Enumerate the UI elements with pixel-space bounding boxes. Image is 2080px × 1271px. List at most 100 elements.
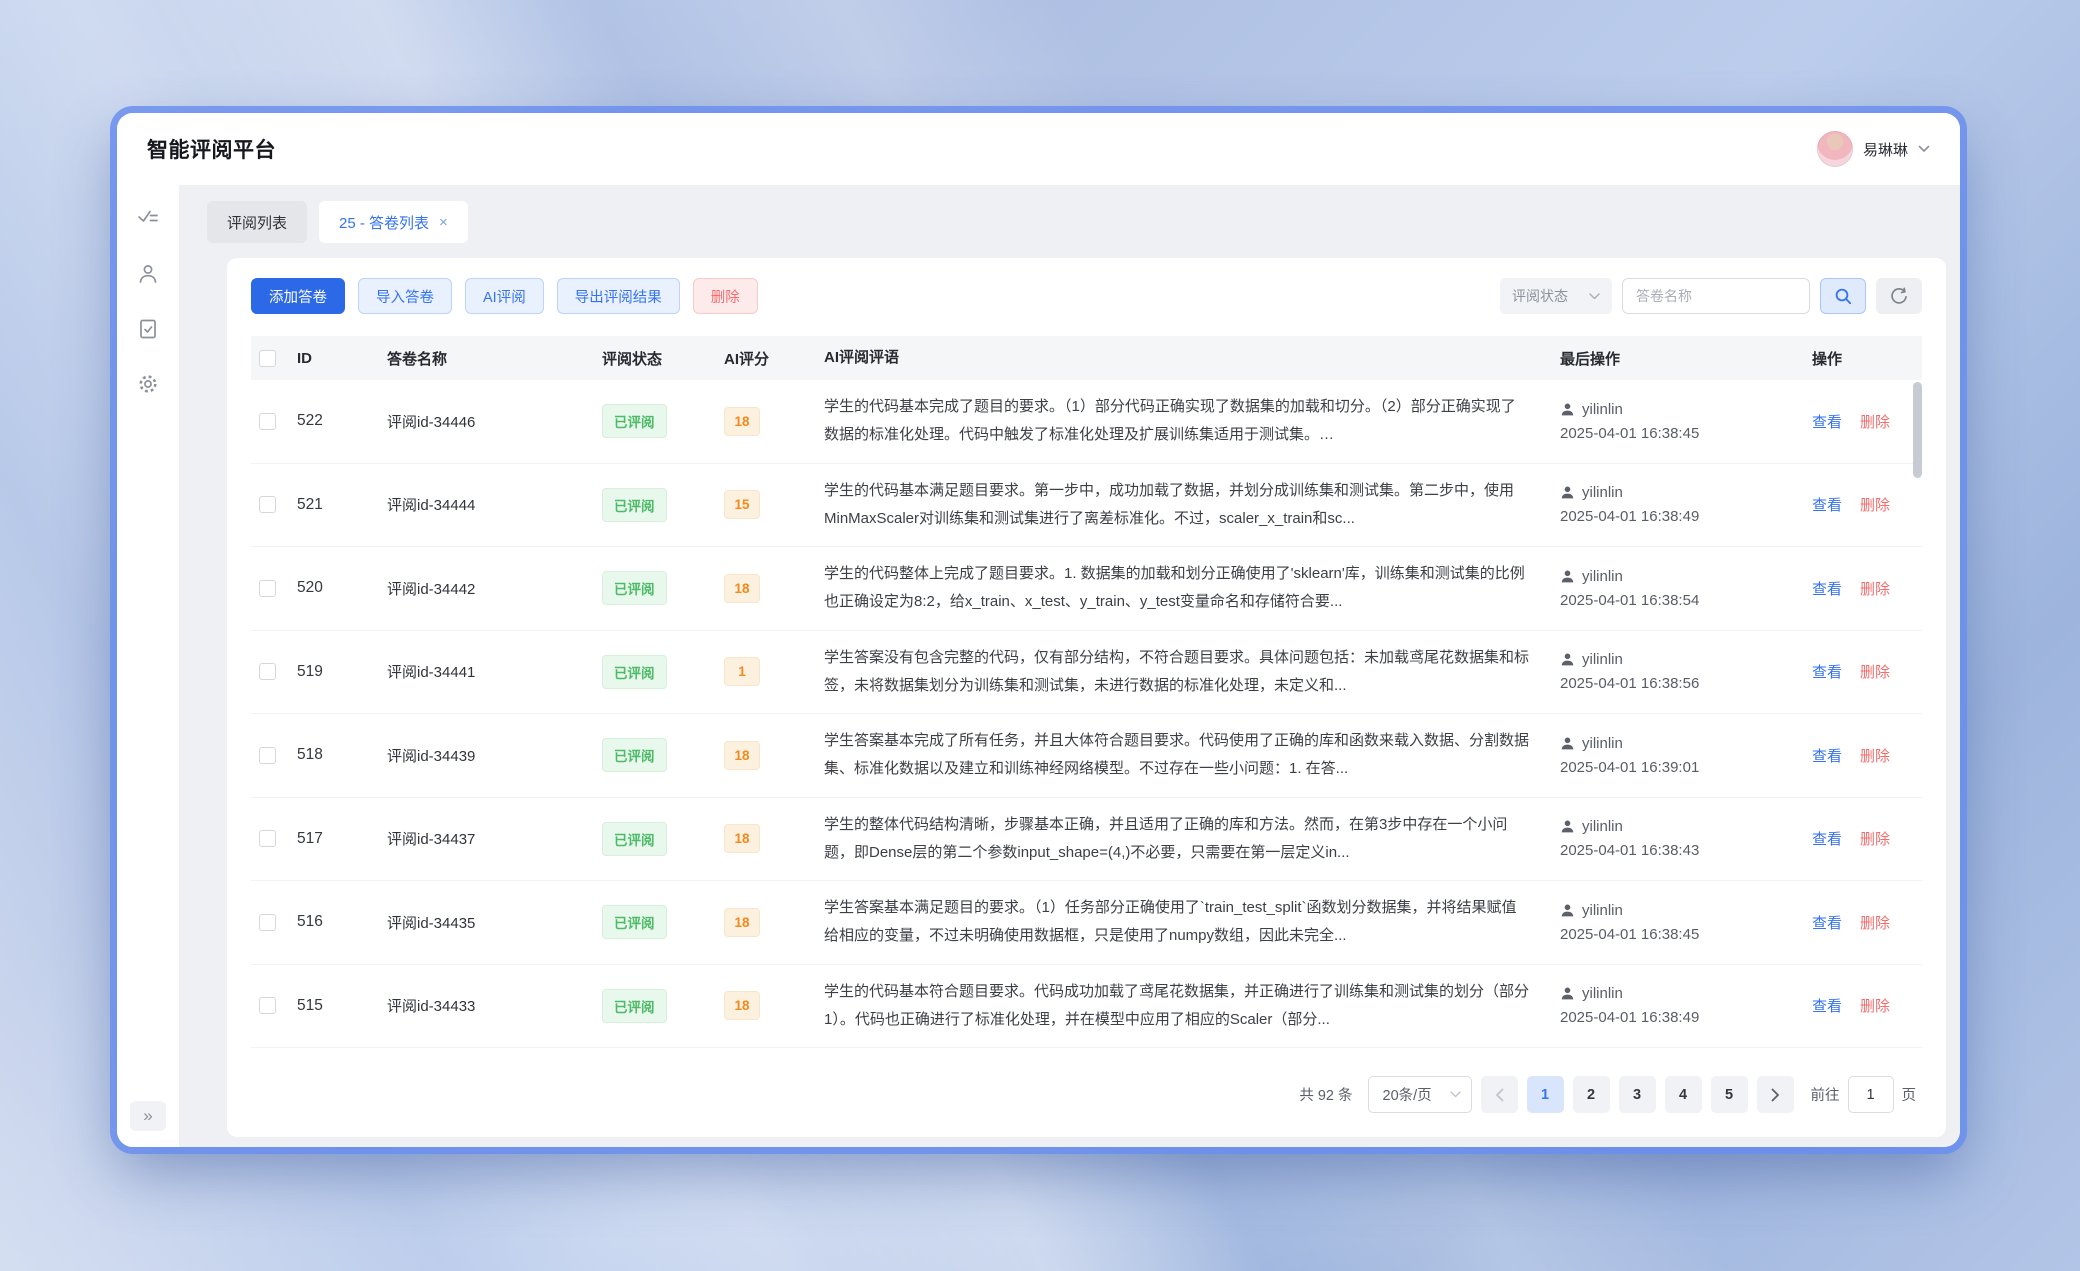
ai-comment: 学生答案没有包含完整的代码，仅有部分结构，不符合题目要求。具体问题包括：未加载鸢…: [824, 644, 1530, 700]
gear-icon[interactable]: [136, 372, 160, 396]
goto-page-input[interactable]: [1848, 1076, 1894, 1113]
prev-page-button[interactable]: [1481, 1076, 1518, 1113]
export-results-button[interactable]: 导出评阅结果: [557, 278, 680, 314]
view-link[interactable]: 查看: [1812, 828, 1842, 849]
operation-time: 2025-04-01 16:38:45: [1560, 425, 1802, 442]
table-header-row: ID 答卷名称 评阅状态 AI评分 AI评阅评语 最后操作 操作: [251, 336, 1922, 380]
page-button[interactable]: 4: [1665, 1076, 1702, 1113]
delete-link[interactable]: 删除: [1860, 578, 1890, 599]
close-icon[interactable]: ×: [439, 215, 448, 230]
ai-comment: 学生的整体代码结构清晰，步骤基本正确，并且适用了正确的库和方法。然而，在第3步中…: [824, 811, 1530, 867]
row-name: 评阅id-34439: [387, 745, 602, 766]
tab-answer-sheets[interactable]: 25 - 答卷列表 ×: [319, 201, 468, 243]
score-badge: 18: [724, 824, 760, 853]
row-checkbox[interactable]: [259, 997, 276, 1014]
next-page-button[interactable]: [1757, 1076, 1794, 1113]
delete-link[interactable]: 删除: [1860, 828, 1890, 849]
operation-time: 2025-04-01 16:38:56: [1560, 675, 1802, 692]
row-checkbox[interactable]: [259, 496, 276, 513]
tab-bar: 评阅列表 25 - 答卷列表 ×: [207, 201, 1946, 243]
ai-comment: 学生的代码基本符合题目要求。代码成功加载了鸢尾花数据集，并正确进行了训练集和测试…: [824, 978, 1530, 1034]
pagination: 共 92 条 20条/页 1 2: [251, 1056, 1922, 1123]
delete-link[interactable]: 删除: [1860, 745, 1890, 766]
view-link[interactable]: 查看: [1812, 494, 1842, 515]
page-button[interactable]: 2: [1573, 1076, 1610, 1113]
status-badge: 已评阅: [602, 738, 667, 772]
row-id: 516: [297, 913, 387, 931]
main-panel: 添加答卷 导入答卷 AI评阅 导出评阅结果 删除 评阅状态: [227, 258, 1946, 1137]
view-link[interactable]: 查看: [1812, 411, 1842, 432]
vertical-scrollbar[interactable]: [1913, 382, 1922, 478]
table-row: 519 评阅id-34441 已评阅 1 学生答案没有包含完整的代码，仅有部分结…: [251, 631, 1922, 715]
view-link[interactable]: 查看: [1812, 661, 1842, 682]
person-icon: [1560, 986, 1575, 1001]
delete-link[interactable]: 删除: [1860, 494, 1890, 515]
header-name: 答卷名称: [387, 348, 602, 369]
tab-review-list[interactable]: 评阅列表: [207, 201, 307, 243]
last-operation: yilinlin 2025-04-01 16:38:49: [1560, 484, 1812, 525]
row-checkbox[interactable]: [259, 663, 276, 680]
page-size-select[interactable]: 20条/页: [1368, 1076, 1472, 1113]
ai-comment: 学生答案基本完成了所有任务，并且大体符合题目要求。代码使用了正确的库和函数来载入…: [824, 727, 1530, 783]
page-button[interactable]: 1: [1527, 1076, 1564, 1113]
content-area: 评阅列表 25 - 答卷列表 × 添加答卷 导入答卷 AI评阅 导出评阅结果 删…: [179, 185, 1960, 1147]
row-checkbox[interactable]: [259, 580, 276, 597]
header-id: ID: [297, 350, 387, 367]
table-row: 518 评阅id-34439 已评阅 18 学生答案基本完成了所有任务，并且大体…: [251, 714, 1922, 798]
user-icon[interactable]: [136, 262, 160, 286]
sidebar-collapse-button[interactable]: »: [130, 1101, 166, 1131]
chevron-down-icon: [1589, 293, 1600, 300]
review-status-select[interactable]: 评阅状态: [1500, 278, 1612, 314]
import-answer-button[interactable]: 导入答卷: [358, 278, 452, 314]
delete-button[interactable]: 删除: [693, 278, 758, 314]
row-name: 评阅id-34435: [387, 912, 602, 933]
delete-link[interactable]: 删除: [1860, 411, 1890, 432]
user-name: 易琳琳: [1863, 139, 1908, 160]
operator-name: yilinlin: [1582, 818, 1623, 835]
operator-name: yilinlin: [1582, 651, 1623, 668]
view-link[interactable]: 查看: [1812, 745, 1842, 766]
select-all-checkbox[interactable]: [259, 350, 276, 367]
user-menu[interactable]: 易琳琳: [1817, 131, 1930, 167]
avatar[interactable]: [1817, 131, 1853, 167]
person-icon: [1560, 569, 1575, 584]
page-title: 智能评阅平台: [147, 134, 276, 164]
person-icon: [1560, 652, 1575, 667]
last-operation: yilinlin 2025-04-01 16:38:43: [1560, 818, 1812, 859]
row-checkbox[interactable]: [259, 747, 276, 764]
header-last-op: 最后操作: [1560, 348, 1812, 369]
row-name: 评阅id-34446: [387, 411, 602, 432]
document-check-icon[interactable]: [136, 317, 160, 341]
page-button[interactable]: 3: [1619, 1076, 1656, 1113]
delete-link[interactable]: 删除: [1860, 995, 1890, 1016]
row-checkbox[interactable]: [259, 413, 276, 430]
row-id: 520: [297, 579, 387, 597]
last-operation: yilinlin 2025-04-01 16:38:49: [1560, 985, 1812, 1026]
last-operation: yilinlin 2025-04-01 16:38:54: [1560, 568, 1812, 609]
page-button[interactable]: 5: [1711, 1076, 1748, 1113]
delete-link[interactable]: 删除: [1860, 661, 1890, 682]
row-id: 522: [297, 412, 387, 430]
header-status: 评阅状态: [602, 348, 724, 369]
refresh-button[interactable]: [1876, 278, 1922, 314]
row-checkbox[interactable]: [259, 830, 276, 847]
row-id: 521: [297, 496, 387, 514]
delete-link[interactable]: 删除: [1860, 912, 1890, 933]
chevron-down-icon: [1450, 1091, 1461, 1098]
status-badge: 已评阅: [602, 404, 667, 438]
search-button[interactable]: [1820, 278, 1866, 314]
row-id: 518: [297, 746, 387, 764]
view-link[interactable]: 查看: [1812, 912, 1842, 933]
view-link[interactable]: 查看: [1812, 995, 1842, 1016]
ai-comment: 学生的代码整体上完成了题目要求。1. 数据集的加载和划分正确使用了'sklear…: [824, 560, 1530, 616]
row-checkbox[interactable]: [259, 914, 276, 931]
answer-name-input[interactable]: [1622, 278, 1810, 314]
add-answer-button[interactable]: 添加答卷: [251, 278, 345, 314]
checklist-icon[interactable]: [136, 207, 160, 231]
view-link[interactable]: 查看: [1812, 578, 1842, 599]
total-count: 共 92 条: [1299, 1084, 1352, 1105]
ai-review-button[interactable]: AI评阅: [465, 278, 544, 314]
status-badge: 已评阅: [602, 571, 667, 605]
operator-name: yilinlin: [1582, 985, 1623, 1002]
operator-name: yilinlin: [1582, 401, 1623, 418]
